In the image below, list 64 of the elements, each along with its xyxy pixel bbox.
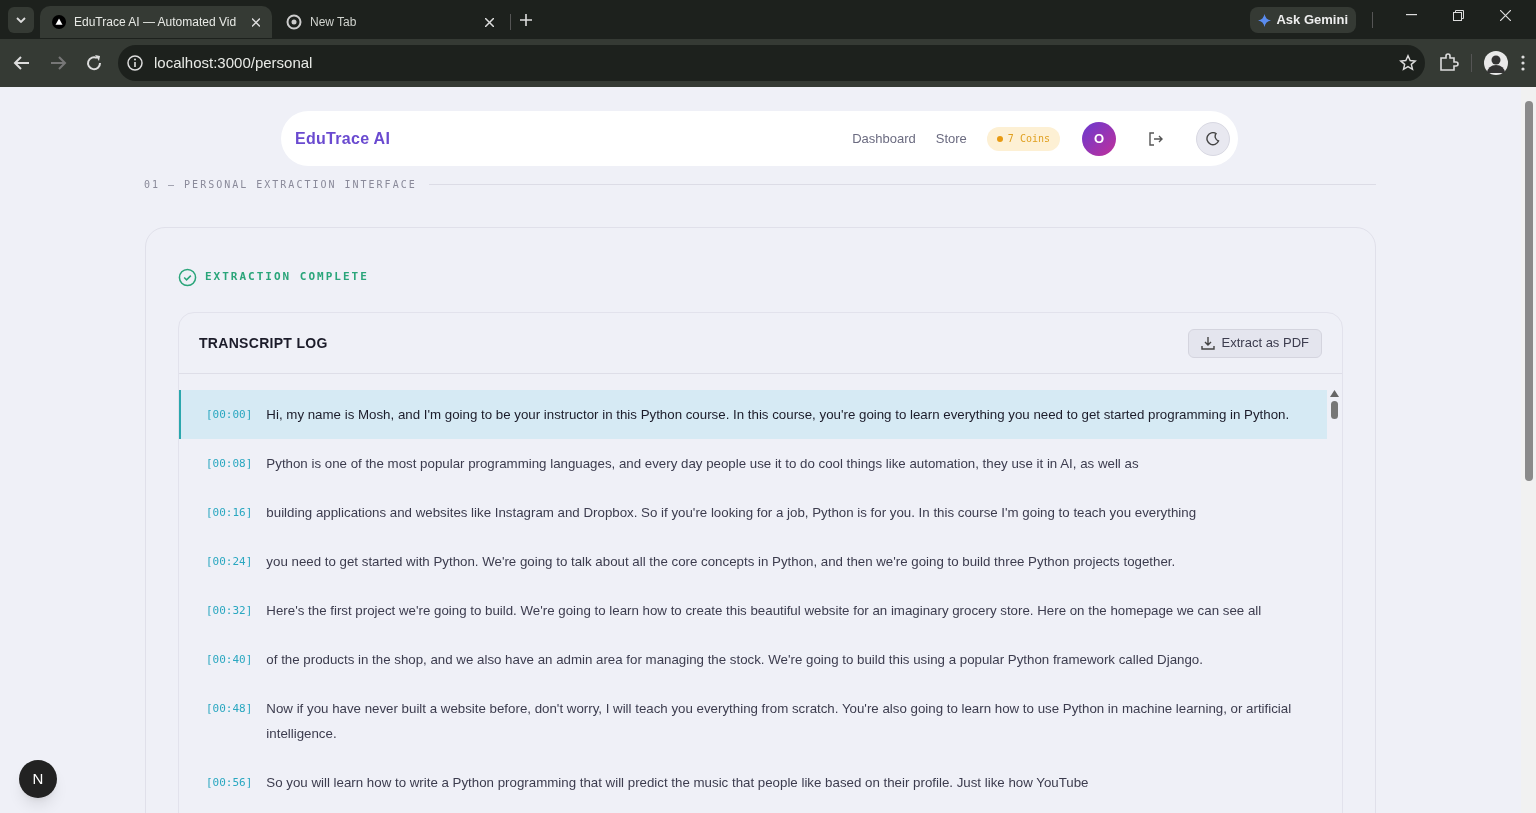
nav-link[interactable]: Store: [935, 128, 967, 149]
panel-title: TRANSCRIPT LOG: [199, 333, 328, 353]
tab-title: New Tab: [310, 14, 357, 31]
transcript-row[interactable]: [00:16] building applications and websites like Instagram and Dropbox. So if you're looking for a job, Python is for you. In this course I'm going to teach you everything: [179, 488, 1327, 537]
browser-tab[interactable]: EduTrace AI — Automated Vid: [40, 6, 272, 38]
tab-title: EduTrace AI — Automated Vid: [74, 14, 237, 31]
transcript-row[interactable]: [00:00] Hi, my name is Mosh, and I'm going to be your instructor in this Python course. In this course, you're going to learn everything you need to get started programming in Python.: [179, 390, 1327, 439]
user-avatar[interactable]: O: [1082, 121, 1116, 156]
restore-icon: [1453, 9, 1464, 21]
info-icon: [126, 54, 144, 72]
download-icon: [1200, 336, 1215, 350]
timestamp: [00:24]: [206, 554, 253, 570]
chevron-down-icon: [16, 17, 26, 23]
transcript-text: you need to get started with Python. We're going to talk about all the core concepts in Python, and then we're going to build three Python projects together.: [266, 553, 1176, 571]
dev-tools-badge[interactable]: N: [19, 760, 57, 798]
transcript-row[interactable]: [00:32] Here's the first project we're going to build. We're going to learn how to create this beautiful website for an imaginary grocery store. Here on the homepage we can see all: [179, 586, 1327, 635]
page-scrollbar[interactable]: [1521, 87, 1536, 813]
plus-icon: [520, 14, 532, 26]
star-icon[interactable]: [1399, 54, 1417, 72]
brand-logo[interactable]: EduTrace AI: [295, 126, 391, 151]
status-label: EXTRACTION COMPLETE: [205, 269, 369, 286]
transcript-text: building applications and websites like Instagram and Dropbox. So if you're looking for a job, Python is for you. In this course I'm going to teach you everything: [266, 504, 1197, 522]
timestamp: [00:16]: [206, 505, 253, 521]
theme-toggle-button[interactable]: [1196, 121, 1230, 156]
scroll-up-icon[interactable]: [1330, 390, 1339, 397]
puzzle-icon[interactable]: [1437, 52, 1459, 74]
transcript-text: Hi, my name is Mosh, and I'm going to be your instructor in this Python course. In this course, you're going to learn everything you need to get started programming in Python.: [266, 406, 1290, 424]
timestamp: [00:32]: [206, 603, 253, 619]
close-icon[interactable]: [485, 17, 494, 27]
timestamp: [00:08]: [206, 456, 253, 472]
logout-icon[interactable]: [1148, 130, 1164, 147]
address-bar[interactable]: localhost:3000/personal: [118, 45, 1425, 81]
menu-icon[interactable]: [1520, 54, 1526, 72]
scrollbar-thumb[interactable]: [1331, 401, 1338, 419]
nav-link[interactable]: Dashboard: [852, 128, 916, 149]
transcript-text: Now if you have never built a website before, don't worry, I will teach you everything from scratch. You're also going to learn how to use Python in machine learning, or artificial intelligence.: [266, 700, 1293, 743]
ask-button[interactable]: Ask Gemini: [1250, 7, 1356, 33]
transcript-row[interactable]: [00:56] So you will learn how to write a Python programming that will predict the music that people like based on their profile. Just like how YouTube: [179, 758, 1327, 807]
globe-icon: [286, 14, 302, 30]
close-icon: [1500, 9, 1511, 21]
timestamp: [00:00]: [206, 407, 253, 423]
timestamp: [00:40]: [206, 652, 253, 668]
coins-count: 7 Coins: [1007, 132, 1050, 146]
check-circle-icon: [178, 268, 197, 287]
transcript-text: So you will learn how to write a Python programming that will predict the music that people like based on their profile. Just like how YouTube: [266, 774, 1089, 792]
transcript-text: of the products in the shop, and we also have an admin area for managing the stock. We're going to build this using a popular Python framework called Django.: [266, 651, 1203, 669]
scrollbar-thumb[interactable]: [1524, 101, 1533, 481]
sparkle-icon: [1258, 13, 1272, 27]
timestamp: [00:56]: [206, 775, 253, 791]
transcript-text: Python is one of the most popular programming languages, and every day people use it to do cool things like automation, they use it in AI, as well as: [266, 455, 1139, 473]
section-label: 01 — PERSONAL EXTRACTION INTERFACE: [144, 178, 417, 192]
transcript-row[interactable]: [00:08] Python is one of the most popular programming languages, and every day people use it to do cool things like automation, they use it in AI, as well as: [179, 439, 1327, 488]
transcript-row[interactable]: [00:40] of the products in the shop, and we also have an admin area for managing the stock. We're going to build this using a popular Python framework called Django.: [179, 635, 1327, 684]
timestamp: [00:48]: [206, 701, 253, 717]
close-icon[interactable]: [252, 17, 260, 27]
transcript-text: Here's the first project we're going to build. We're going to learn how to create this beautiful website for an imaginary grocery store. Here on the homepage we can see all: [266, 602, 1262, 620]
browser-tab[interactable]: New Tab: [274, 6, 506, 38]
url-text: localhost:3000/personal: [154, 52, 314, 73]
transcript-row[interactable]: [00:24] you need to get started with Python. We're going to talk about all the core concepts in Python, and then we're going to build three Python projects together.: [179, 537, 1327, 586]
tab-search-button[interactable]: [8, 7, 34, 33]
profile-avatar-icon[interactable]: [1484, 51, 1508, 75]
minimize-icon: [1406, 14, 1417, 16]
export-button[interactable]: Extract as PDF: [1187, 328, 1322, 358]
moon-icon: [1206, 131, 1220, 146]
